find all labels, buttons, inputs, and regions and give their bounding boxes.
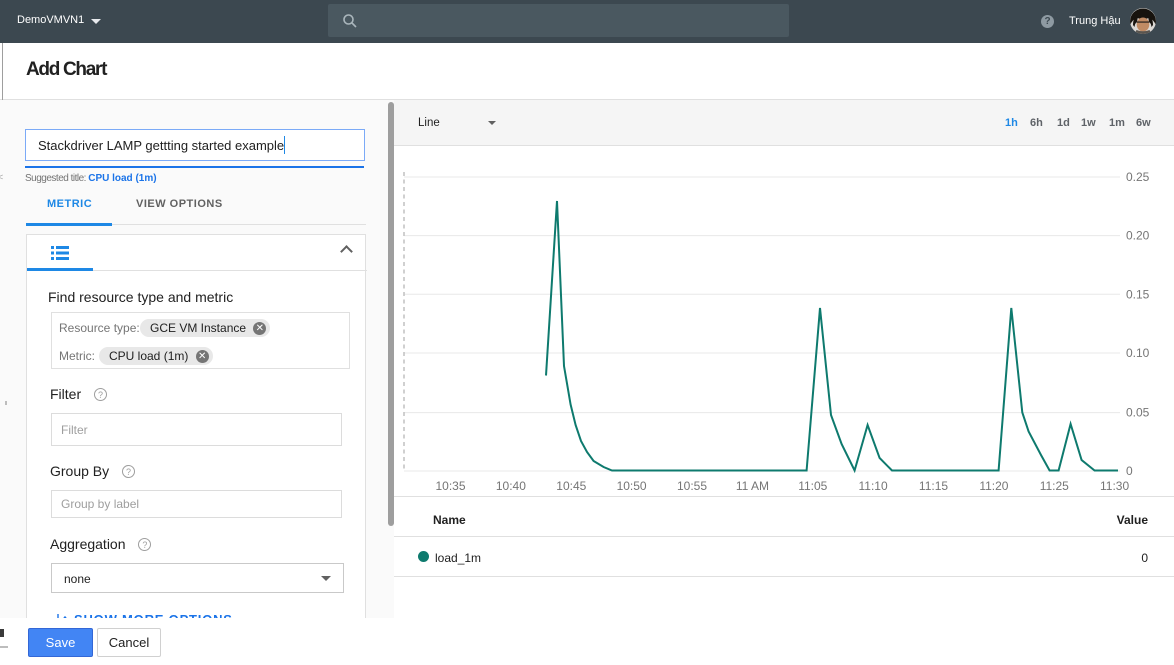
svg-text:0.15: 0.15 <box>1126 287 1150 301</box>
svg-text:11:30: 11:30 <box>1100 479 1129 493</box>
svg-text:10:55: 10:55 <box>677 479 707 493</box>
svg-text:10:40: 10:40 <box>496 479 526 493</box>
svg-text:11 AM: 11 AM <box>736 479 769 493</box>
svg-text:11:05: 11:05 <box>798 479 827 493</box>
svg-text:10:35: 10:35 <box>435 479 465 493</box>
svg-text:11:25: 11:25 <box>1040 479 1069 493</box>
svg-text:0.10: 0.10 <box>1126 346 1150 360</box>
svg-text:0: 0 <box>1126 464 1133 478</box>
svg-text:10:50: 10:50 <box>617 479 647 493</box>
svg-text:0.25: 0.25 <box>1126 170 1150 184</box>
svg-text:11:15: 11:15 <box>919 479 948 493</box>
svg-text:0.20: 0.20 <box>1126 229 1150 243</box>
svg-text:0.05: 0.05 <box>1126 406 1150 420</box>
svg-text:11:20: 11:20 <box>979 479 1008 493</box>
svg-text:10:45: 10:45 <box>556 479 586 493</box>
svg-text:11:10: 11:10 <box>859 479 888 493</box>
